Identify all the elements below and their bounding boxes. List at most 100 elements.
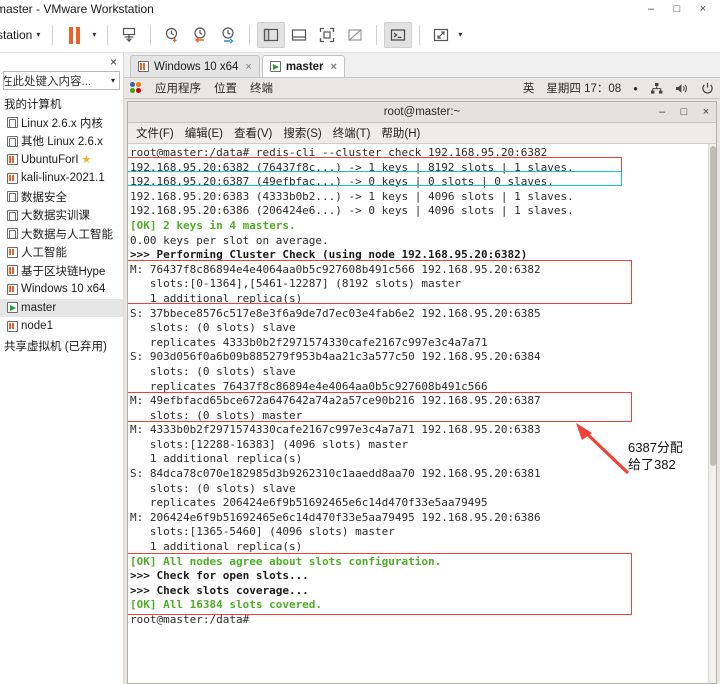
- input-method-indicator[interactable]: 英: [523, 80, 535, 96]
- vm-running-icon: [269, 61, 281, 72]
- terminal-line-31: [OK] All 16384 slots covered.: [130, 598, 323, 612]
- terminal-line-11: S: 37bbece8576c517e8e3f6a9de7d7ec03e4fab…: [130, 306, 541, 320]
- terminal-line-2: 192.168.95.20:6387 (49efbfac...) -> 0 ke…: [130, 175, 554, 189]
- sidebar-item-vm-9[interactable]: Windows 10 x64: [0, 280, 123, 299]
- terminal-line-15: slots: (0 slots) slave: [130, 364, 296, 378]
- terminal-menubar: 文件(F) 编辑(E) 查看(V) 搜索(S) 终端(T) 帮助(H): [128, 123, 716, 144]
- gnome-panel-left: 应用程序 位置 终端: [130, 80, 273, 96]
- close-icon[interactable]: ×: [331, 61, 337, 73]
- menu-terminal[interactable]: 终端(T): [333, 125, 371, 141]
- tree-root-my-computer[interactable]: 我的计算机: [0, 95, 123, 114]
- chevron-down-icon: ▾: [458, 30, 463, 39]
- terminal-line-13: replicates 4333b0b2f2971574330cafe2167c9…: [130, 335, 488, 349]
- sidebar-item-label: master: [21, 301, 57, 314]
- sidebar-item-vm-1[interactable]: 其他 Linux 2.6.x: [0, 132, 123, 151]
- sidebar-item-vm-8[interactable]: 基于区块链Hype: [0, 262, 123, 281]
- vmware-titlebar: master - VMware Workstation – □ ×: [0, 0, 720, 18]
- vm-suspended-icon: [7, 172, 18, 184]
- tab-master[interactable]: master ×: [261, 55, 345, 77]
- gnome-menu-terminal[interactable]: 终端: [250, 80, 273, 96]
- fullscreen-button[interactable]: [313, 22, 341, 48]
- sidebar-item-vm-7[interactable]: 人工智能: [0, 243, 123, 262]
- menu-help[interactable]: 帮助(H): [381, 125, 420, 141]
- vm-plain-icon: [7, 209, 18, 221]
- menu-edit[interactable]: 编辑(E): [185, 125, 223, 141]
- toolbar-divider: [249, 25, 251, 45]
- clock-label[interactable]: 星期四 17：08: [546, 80, 621, 96]
- gnome-panel-right: 英 星期四 17：08 ●: [523, 80, 714, 96]
- power-icon[interactable]: [701, 82, 714, 95]
- tab-label: master: [285, 60, 324, 73]
- close-icon[interactable]: ×: [245, 61, 251, 73]
- window-title: master - VMware Workstation: [0, 2, 154, 16]
- chevron-down-icon: ▾: [92, 30, 97, 39]
- revert-snapshot-icon: [194, 27, 206, 43]
- terminal-line-28: [OK] All nodes agree about slots configu…: [130, 554, 442, 568]
- sidebar-item-vm-0[interactable]: Linux 2.6.x 内核: [0, 114, 123, 133]
- sidebar-item-label: 大数据与人工智能: [21, 228, 113, 241]
- snapshot-manager-button[interactable]: [115, 22, 143, 48]
- stretch-button[interactable]: [427, 22, 455, 48]
- chevron-down-icon: ▾: [36, 30, 41, 39]
- stretch-dropdown-button[interactable]: ▾: [455, 31, 465, 39]
- sidebar-item-label: kali-linux-2021.1: [21, 172, 105, 185]
- toolbar-divider: [150, 25, 152, 45]
- tab-windows-10-x64[interactable]: Windows 10 x64 ×: [130, 55, 260, 77]
- terminal-minimize-button[interactable]: –: [656, 106, 668, 118]
- sidebar-item-vm-3[interactable]: kali-linux-2021.1: [0, 169, 123, 188]
- terminal-line-17: M: 49efbfacd65bce672a647642a74a2a57ce90b…: [130, 394, 541, 408]
- take-snapshot-button[interactable]: [158, 22, 186, 48]
- manage-snapshots-button[interactable]: [214, 22, 242, 48]
- revert-snapshot-button[interactable]: [186, 22, 214, 48]
- toolbar-divider: [376, 25, 378, 45]
- pause-button[interactable]: [60, 22, 88, 48]
- clock-dot-icon: ●: [633, 83, 638, 93]
- menu-file[interactable]: 文件(F): [136, 125, 174, 141]
- shared-vms-label[interactable]: 共享虚拟机 (已弃用): [0, 336, 123, 354]
- sidebar-item-vm-5[interactable]: 大数据实训课: [0, 206, 123, 225]
- terminal-line-5: [OK] 2 keys in 4 masters.: [130, 218, 296, 232]
- terminal-output[interactable]: root@master:/data# redis-cli --cluster c…: [128, 144, 716, 683]
- terminal-scrollbar[interactable]: [708, 144, 716, 683]
- sidebar-item-vm-master[interactable]: master: [0, 298, 123, 317]
- terminal-line-27: 1 additional replica(s): [130, 540, 303, 554]
- library-search-input[interactable]: 在此处键入内容... ▾: [3, 71, 120, 90]
- pause-icon: [68, 26, 80, 44]
- minimize-button[interactable]: –: [638, 0, 664, 18]
- close-button[interactable]: ×: [690, 0, 716, 18]
- terminal-line-25: M: 206424e6f9b51692465e6c14d470f33e5aa79…: [130, 510, 541, 524]
- chevron-down-icon: ▾: [110, 76, 115, 85]
- sidebar-item-label: 人工智能: [21, 247, 67, 260]
- vmware-toolbar: station ▾ ▾ ▾: [0, 18, 720, 53]
- manage-snapshots-icon: [222, 27, 235, 44]
- terminal-line-3: 192.168.95.20:6383 (4333b0b2...) -> 1 ke…: [130, 189, 574, 203]
- terminal-line-12: slots: (0 slots) slave: [130, 321, 296, 335]
- network-icon[interactable]: [650, 82, 663, 95]
- terminal-close-button[interactable]: ×: [700, 106, 712, 118]
- close-icon[interactable]: ×: [110, 55, 117, 69]
- menu-view[interactable]: 查看(V): [234, 125, 272, 141]
- show-library-icon: [264, 28, 279, 42]
- sidebar-item-label: 其他 Linux 2.6.x: [21, 136, 103, 149]
- show-library-button[interactable]: [257, 22, 286, 48]
- vm-plain-icon: [7, 117, 18, 129]
- sidebar-item-vm-2[interactable]: UbuntuForI ★: [0, 151, 123, 170]
- volume-icon[interactable]: [675, 82, 689, 95]
- sidebar-item-vm-4[interactable]: 数据安全: [0, 188, 123, 207]
- terminal-maximize-button[interactable]: □: [678, 106, 690, 118]
- sidebar-item-vm-node1[interactable]: node1: [0, 317, 123, 336]
- show-thumbnails-button[interactable]: [285, 22, 313, 48]
- sidebar-item-label: 大数据实训课: [21, 210, 90, 223]
- unity-mode-button[interactable]: [341, 22, 369, 48]
- gnome-top-panel: 应用程序 位置 终端 英 星期四 17：08 ●: [124, 78, 720, 99]
- maximize-button[interactable]: □: [664, 0, 690, 18]
- menu-search[interactable]: 搜索(S): [283, 125, 321, 141]
- console-view-button[interactable]: [384, 22, 413, 48]
- pause-dropdown-button[interactable]: ▾: [88, 31, 100, 39]
- terminal-window: root@master:~ – □ × 文件(F) 编辑(E) 查看(V) 搜索…: [127, 101, 717, 684]
- gnome-menu-applications[interactable]: 应用程序: [155, 80, 201, 96]
- sidebar-item-vm-6[interactable]: 大数据与人工智能: [0, 225, 123, 244]
- gnome-menu-places[interactable]: 位置: [214, 80, 237, 96]
- workstation-menu-button[interactable]: station ▾: [0, 25, 45, 45]
- terminal-scrollbar-thumb[interactable]: [710, 146, 716, 466]
